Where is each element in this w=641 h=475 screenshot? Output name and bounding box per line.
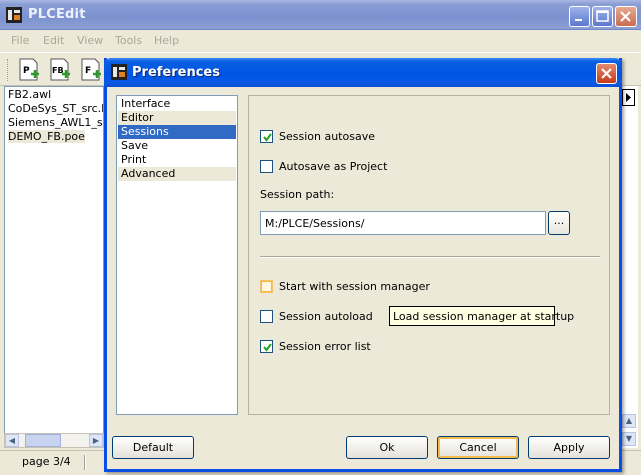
category-interface[interactable]: Interface xyxy=(118,97,236,111)
dialog-close-button[interactable] xyxy=(596,63,617,84)
category-editor[interactable]: Editor xyxy=(118,111,236,125)
menu-tools[interactable]: Tools xyxy=(115,34,142,47)
menu-edit[interactable]: Edit xyxy=(43,34,64,47)
maximize-button[interactable] xyxy=(592,6,613,27)
new-p-glyph: P xyxy=(23,66,30,76)
new-function-block-button[interactable]: FB xyxy=(49,58,71,82)
page-indicator: page 3/4 xyxy=(22,455,71,468)
category-list: Interface Editor Sessions Save Print Adv… xyxy=(116,95,238,415)
app-icon xyxy=(6,7,22,23)
dialog-titlebar[interactable]: Preferences xyxy=(104,58,622,87)
menubar: File Edit View Tools Help xyxy=(0,31,641,51)
scroll-left-icon[interactable]: ◀ xyxy=(5,434,19,447)
preferences-dialog: Preferences Interface Editor Sessions Sa… xyxy=(104,58,622,472)
apply-button[interactable]: Apply xyxy=(528,436,610,459)
sessions-settings-panel: Session autosave Autosave as Project Ses… xyxy=(248,95,610,415)
menu-view[interactable]: View xyxy=(77,34,103,47)
dialog-title: Preferences xyxy=(132,65,220,80)
session-autoload-label: Session autoload xyxy=(279,310,373,323)
new-function-button[interactable]: F xyxy=(80,58,102,82)
default-button[interactable]: Default xyxy=(112,436,194,459)
autosave-project-checkbox[interactable] xyxy=(260,160,273,173)
file-list: FB2.awl CoDeSys_ST_src.EXP Siemens_AWL1_… xyxy=(4,86,104,448)
session-error-list-checkbox[interactable] xyxy=(260,340,273,353)
scroll-right-icon[interactable]: ▶ xyxy=(89,434,103,447)
browse-path-button[interactable]: ... xyxy=(548,211,570,235)
editor-scroll-right-icon[interactable] xyxy=(622,89,635,106)
category-advanced[interactable]: Advanced xyxy=(118,167,236,181)
category-save[interactable]: Save xyxy=(118,139,236,153)
session-path-label: Session path: xyxy=(260,188,335,201)
file-item[interactable]: CoDeSys_ST_src.EXP xyxy=(8,102,103,115)
file-item[interactable]: DEMO_FB.poe xyxy=(8,130,85,143)
scrollbar-thumb[interactable] xyxy=(25,434,61,447)
ok-button[interactable]: Ok xyxy=(346,436,428,459)
new-fb-glyph: FB xyxy=(52,66,64,75)
editor-scroll-up-icon[interactable]: ▲ xyxy=(622,414,636,428)
autosave-project-label: Autosave as Project xyxy=(279,160,388,173)
menu-file[interactable]: File xyxy=(11,34,29,47)
session-autosave-label: Session autosave xyxy=(279,130,375,143)
session-autoload-checkbox[interactable] xyxy=(260,310,273,323)
cancel-button[interactable]: Cancel xyxy=(437,436,519,459)
start-session-manager-checkbox[interactable] xyxy=(260,280,273,293)
editor-edge xyxy=(620,86,638,448)
session-error-list-label: Session error list xyxy=(279,340,371,353)
category-print[interactable]: Print xyxy=(118,153,236,167)
file-list-hscrollbar[interactable]: ◀ ▶ xyxy=(4,433,104,448)
session-autosave-checkbox[interactable] xyxy=(260,130,273,143)
section-divider xyxy=(260,256,600,258)
dialog-app-icon xyxy=(111,64,127,80)
editor-scroll-down-icon[interactable]: ▼ xyxy=(622,432,636,446)
file-item[interactable]: Siemens_AWL1_src xyxy=(8,116,103,129)
toolbar-grip[interactable] xyxy=(7,59,10,81)
app-title: PLCEdit xyxy=(28,7,86,22)
new-program-button[interactable]: P xyxy=(18,58,40,82)
main-titlebar[interactable]: PLCEdit xyxy=(0,0,641,30)
session-path-field[interactable]: M:/PLCE/Sessions/ xyxy=(260,211,546,235)
main-close-button[interactable] xyxy=(615,6,637,27)
file-item[interactable]: FB2.awl xyxy=(8,88,51,101)
start-session-manager-label: Start with session manager xyxy=(279,280,430,293)
tooltip: Load session manager at startup xyxy=(389,306,574,326)
category-sessions[interactable]: Sessions xyxy=(118,125,236,139)
minimize-button[interactable] xyxy=(569,6,590,27)
new-f-glyph: F xyxy=(85,66,91,76)
status-separator xyxy=(84,455,86,470)
menu-help[interactable]: Help xyxy=(154,34,179,47)
